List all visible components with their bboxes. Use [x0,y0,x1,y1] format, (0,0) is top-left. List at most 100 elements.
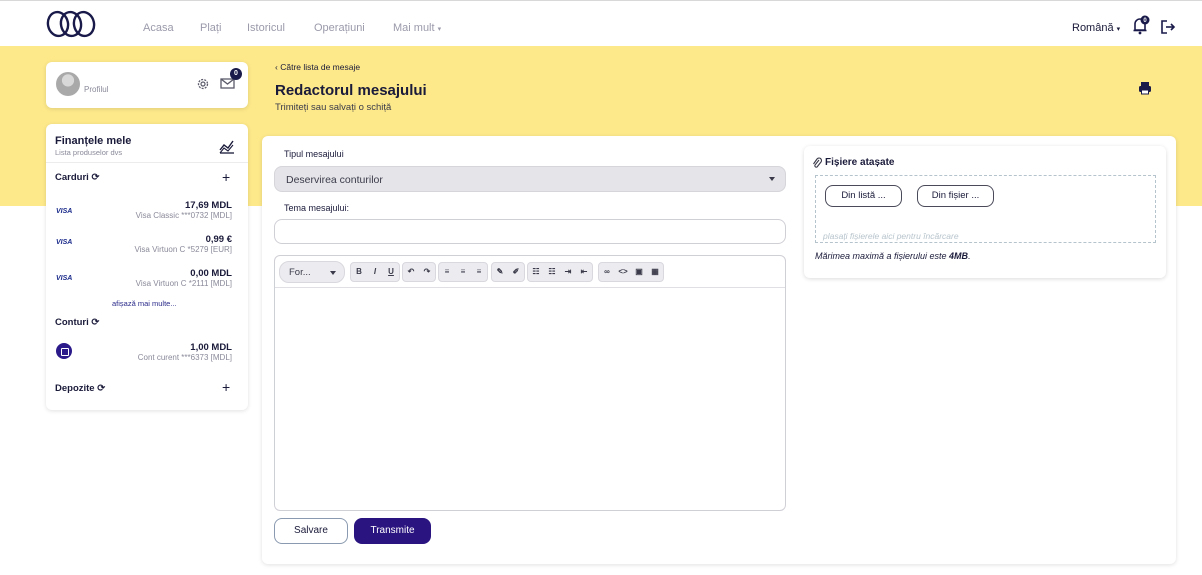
cards-title-label: Carduri [55,172,89,183]
profile-label[interactable]: Profilul [84,85,108,94]
accounts-title-label: Conturi [55,317,89,328]
refresh-icon[interactable]: ⟳ [91,172,99,183]
refresh-icon[interactable]: ⟳ [91,317,99,328]
table-button[interactable]: ▦ [647,263,663,281]
message-type-value: Deservirea conturilor [286,174,383,186]
align-left-button[interactable]: ≡ [439,263,455,281]
chevron-down-icon [330,271,336,275]
nav-mai-mult-label: Mai mult [393,22,435,34]
attachments-title: Fișiere atașate [825,157,895,168]
page-title: Redactorul mesajului [275,82,427,99]
bold-button[interactable]: B [351,263,367,281]
chevron-left-icon: ‹ [275,62,278,72]
from-list-button[interactable]: Din listă ... [825,185,902,207]
nav-istoricul[interactable]: Istoricul [247,22,285,34]
logout-icon[interactable] [1160,19,1176,35]
code-button[interactable]: <> [615,263,631,281]
max-size-value: 4MB [949,251,969,261]
toolbar-group-insert: ∞ <> ▣ ▦ [598,262,664,282]
underline-button[interactable]: U [383,263,399,281]
toolbar-group-lists: ☷ ☷ ⇥ ⇤ [527,262,593,282]
back-link-label: Către lista de mesaje [280,62,361,72]
from-file-button[interactable]: Din fișier ... [917,185,994,207]
visa-logo: VISA [56,208,73,215]
dropzone-hint: plasați fișierele aici pentru încărcare [823,231,959,241]
language-select[interactable]: Română ▾ [1072,22,1120,34]
divider [46,162,248,163]
deposits-title-label: Depozite [55,383,95,394]
paperclip-icon [813,157,822,168]
chart-icon[interactable] [218,137,236,155]
message-body-editor[interactable]: For... B I U ↶ ↷ ≡ ≡ ≡ ✎ ✐ ☷ ☷ ⇥ ⇤ ∞ <> … [274,255,786,511]
gear-icon[interactable] [196,77,210,91]
format-select[interactable]: For... [279,261,345,283]
visa-logo: VISA [56,239,73,246]
toolbar-group-history: ↶ ↷ [402,262,436,282]
notification-bell-icon[interactable]: 0 [1132,15,1150,35]
max-size-prefix: Mărimea maximă a fișierului este [815,251,950,261]
subject-input[interactable] [274,219,786,244]
align-center-button[interactable]: ≡ [455,263,471,281]
send-button[interactable]: Transmite [354,518,431,544]
max-size-suffix: . [968,251,971,261]
indent-button[interactable]: ⇥ [560,263,576,281]
bullet-list-button[interactable]: ☷ [528,263,544,281]
highlight-button[interactable]: ✐ [508,263,524,281]
numbered-list-button[interactable]: ☷ [544,263,560,281]
add-deposit-icon[interactable]: + [222,380,230,394]
italic-button[interactable]: I [367,263,383,281]
format-select-label: For... [289,267,311,278]
top-navigation: Acasa Plați Istoricul Operațiuni Mai mul… [0,0,1202,46]
language-label: Română [1072,22,1114,34]
profile-card: Profilul 0 [46,62,248,108]
chevron-down-icon [769,177,775,181]
refresh-icon[interactable]: ⟳ [97,383,105,394]
visa-logo: VISA [56,275,73,282]
card-name[interactable]: Visa Virtuon C *2111 [MDL] [136,279,232,288]
card-name[interactable]: Visa Classic ***0732 [MDL] [136,211,232,220]
show-more-link[interactable]: afișază mai multe... [112,299,177,308]
print-icon[interactable] [1138,81,1152,95]
finances-title: Finanțele mele [55,135,132,147]
page-subtitle: Trimiteți sau salvați o schiță [275,102,392,113]
ecb-logo[interactable] [46,9,96,39]
avatar[interactable] [56,72,80,96]
text-color-button[interactable]: ✎ [492,263,508,281]
max-file-size-note: Mărimea maximă a fișierului este 4MB. [815,251,971,261]
card-amount[interactable]: 17,69 MDL [185,200,232,211]
card-amount[interactable]: 0,00 MDL [190,268,232,279]
add-card-icon[interactable]: + [222,170,230,184]
editor-toolbar: For... B I U ↶ ↷ ≡ ≡ ≡ ✎ ✐ ☷ ☷ ⇥ ⇤ ∞ <> … [275,256,785,288]
card-amount[interactable]: 0,99 € [206,234,232,245]
outdent-button[interactable]: ⇤ [576,263,592,281]
accounts-section-title: Conturi ⟳ [55,317,99,328]
chevron-down-icon: ▾ [1116,26,1121,33]
nav-mai-mult[interactable]: Mai mult ▾ [393,22,441,34]
deposits-section-title: Depozite ⟳ [55,383,105,394]
save-button[interactable]: Salvare [274,518,348,544]
message-type-select[interactable]: Deservirea conturilor [274,166,786,192]
account-icon [56,343,72,359]
message-type-label: Tipul mesajului [284,149,344,159]
mail-count-badge: 0 [230,68,242,80]
account-name[interactable]: Cont curent ***6373 [MDL] [138,353,232,362]
chevron-down-icon: ▾ [437,26,442,33]
finances-card: Finanțele mele Lista produselor dvs Card… [46,124,248,410]
toolbar-group-align: ≡ ≡ ≡ [438,262,488,282]
cards-section-title: Carduri ⟳ [55,172,99,183]
nav-acasa[interactable]: Acasa [143,22,174,34]
link-button[interactable]: ∞ [599,263,615,281]
account-amount[interactable]: 1,00 MDL [190,342,232,353]
nav-plati[interactable]: Plați [200,22,221,34]
finances-subtitle: Lista produselor dvs [55,148,123,157]
nav-operatiuni[interactable]: Operațiuni [314,22,365,34]
align-right-button[interactable]: ≡ [471,263,487,281]
back-to-messages-link[interactable]: ‹ Către lista de mesaje [275,62,360,72]
subject-label: Tema mesajului: [284,203,350,213]
redo-button[interactable]: ↷ [419,263,435,281]
toolbar-group-text: B I U [350,262,400,282]
toolbar-group-color: ✎ ✐ [491,262,525,282]
image-button[interactable]: ▣ [631,263,647,281]
card-name[interactable]: Visa Virtuon C *5279 [EUR] [134,245,232,254]
undo-button[interactable]: ↶ [403,263,419,281]
